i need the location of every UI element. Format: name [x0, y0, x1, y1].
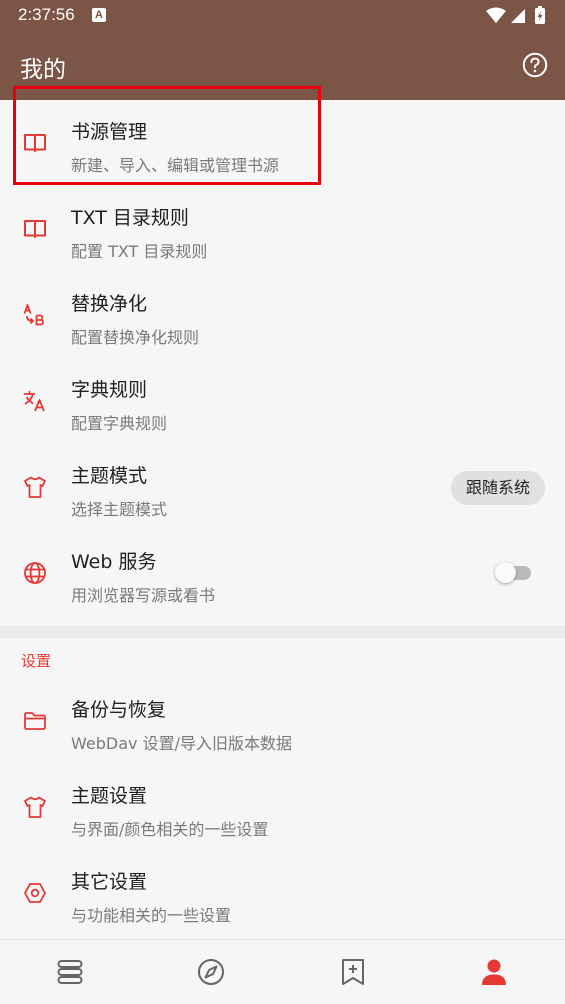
- row-theme-settings[interactable]: 主题设置 与界面/颜色相关的一些设置: [0, 764, 565, 850]
- person-icon[interactable]: [479, 957, 509, 987]
- status-bar: 2:37:56 A: [0, 0, 565, 32]
- web-service-toggle[interactable]: [495, 562, 531, 583]
- highlight-box: [13, 86, 321, 185]
- page-title: 我的: [20, 57, 66, 83]
- tshirt-icon: [24, 476, 46, 498]
- row-dictionary-rules[interactable]: 字典规则 配置字典规则: [0, 358, 565, 444]
- row-subtitle: 配置替换净化规则: [71, 328, 200, 347]
- status-time: 2:37:56: [18, 5, 75, 24]
- row-title: 其它设置: [71, 871, 148, 893]
- translate-icon: [24, 391, 45, 412]
- row-title: Web 服务: [71, 551, 157, 573]
- row-web-service[interactable]: Web 服务 用浏览器写源或看书: [0, 530, 565, 616]
- help-icon[interactable]: [522, 52, 548, 78]
- main-content: 书源管理 新建、导入、编辑或管理书源 TXT 目录规则 配置 TXT 目录规则 …: [0, 86, 565, 939]
- row-subtitle: 与功能相关的一些设置: [71, 906, 232, 925]
- row-title: 主题模式: [71, 465, 148, 487]
- bookmark-plus-icon[interactable]: [338, 957, 368, 987]
- status-icons: [486, 6, 545, 24]
- row-subtitle: 与界面/颜色相关的一些设置: [71, 820, 269, 839]
- row-subtitle: WebDav 设置/导入旧版本数据: [71, 734, 292, 753]
- folder-icon: [24, 712, 46, 730]
- replace-ab-icon: [23, 304, 44, 326]
- row-subtitle: 配置字典规则: [71, 414, 168, 433]
- row-backup-restore[interactable]: 备份与恢复 WebDav 设置/导入旧版本数据: [0, 678, 565, 764]
- notification-badge: A: [92, 8, 106, 22]
- row-subtitle: 用浏览器写源或看书: [71, 586, 216, 605]
- globe-icon: [24, 562, 46, 584]
- row-other-settings[interactable]: 其它设置 与功能相关的一些设置: [0, 850, 565, 936]
- section-divider: [0, 626, 565, 638]
- theme-mode-chip[interactable]: 跟随系统: [450, 471, 545, 505]
- row-subtitle: 配置 TXT 目录规则: [71, 242, 208, 261]
- hexagon-settings-icon: [24, 883, 46, 903]
- wifi-icon: [486, 7, 506, 23]
- compass-icon[interactable]: [196, 957, 226, 987]
- tshirt-icon: [24, 796, 46, 818]
- row-title: TXT 目录规则: [71, 207, 189, 229]
- row-title: 主题设置: [71, 785, 148, 807]
- row-title: 字典规则: [71, 379, 148, 401]
- row-txt-toc-rules[interactable]: TXT 目录规则 配置 TXT 目录规则: [0, 186, 565, 272]
- cell-signal-icon: [511, 9, 525, 23]
- row-title: 备份与恢复: [71, 699, 167, 721]
- section-header-settings: 设置: [21, 652, 52, 670]
- bookshelf-icon[interactable]: [55, 957, 85, 987]
- row-subtitle: 选择主题模式: [71, 500, 168, 519]
- toggle-thumb: [495, 562, 516, 583]
- bottom-nav: [0, 939, 565, 1004]
- row-title: 替换净化: [71, 293, 148, 315]
- row-theme-mode[interactable]: 主题模式 选择主题模式 跟随系统: [0, 444, 565, 530]
- book-open-icon: [24, 220, 46, 238]
- battery-icon: [535, 6, 545, 24]
- row-replace-rules[interactable]: 替换净化 配置替换净化规则: [0, 272, 565, 358]
